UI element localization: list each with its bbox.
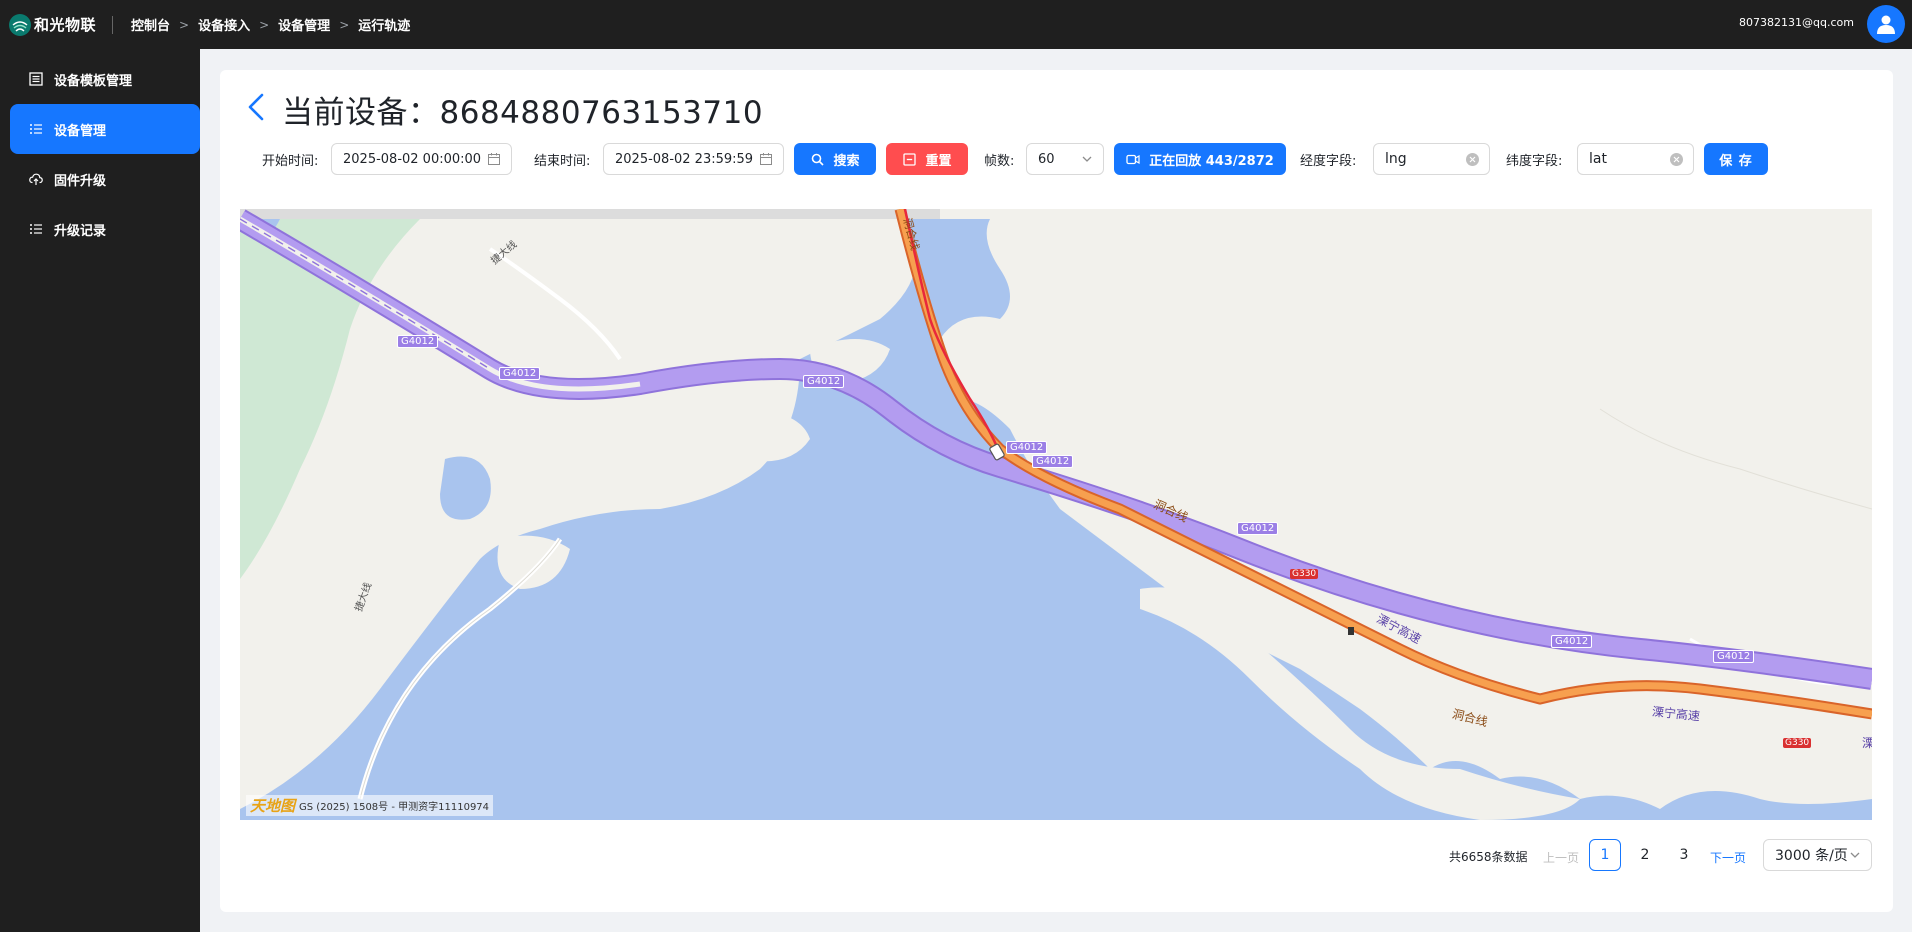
header-divider	[112, 15, 114, 34]
brand-logo[interactable]: 和光物联	[9, 13, 97, 36]
sidebar-item-label: 设备模板管理	[54, 73, 133, 89]
back-button[interactable]	[244, 91, 268, 123]
start-time-picker[interactable]: 2025-08-02 00:00:00	[331, 143, 512, 175]
pagination-prev[interactable]: 上一页	[1543, 849, 1579, 866]
breadcrumb-device-management[interactable]: 设备管理	[278, 15, 330, 34]
start-time-value: 2025-08-02 00:00:00	[343, 151, 482, 167]
road-shield-g330: G330	[1290, 569, 1319, 579]
end-time-label: 结束时间:	[534, 154, 591, 169]
lat-field-label: 纬度字段:	[1506, 154, 1563, 169]
save-button-label: 保 存	[1719, 153, 1753, 169]
template-icon	[29, 72, 43, 86]
end-time-picker[interactable]: 2025-08-02 23:59:59	[603, 143, 784, 175]
pagination-page-3[interactable]: 3	[1668, 839, 1700, 871]
breadcrumb-track: 运行轨迹	[358, 19, 411, 34]
user-email[interactable]: 807382131@qq.com	[1739, 16, 1854, 29]
page-size-value: 3000 条/页	[1775, 848, 1848, 864]
page-size-select[interactable]: 3000 条/页	[1763, 839, 1872, 871]
breadcrumb-separator: >	[259, 17, 270, 32]
cloud-upload-icon	[29, 172, 43, 186]
lng-field-label: 经度字段:	[1300, 154, 1357, 169]
user-avatar[interactable]	[1867, 5, 1905, 43]
minus-square-icon	[902, 152, 916, 166]
lng-field-input[interactable]: lng	[1373, 143, 1490, 175]
brand-name: 和光物联	[34, 16, 97, 34]
map-canvas[interactable]	[240, 209, 1872, 820]
user-icon	[1877, 15, 1895, 34]
sidebar-item-label: 固件升级	[54, 173, 107, 189]
chevron-left-icon	[248, 93, 264, 121]
video-camera-icon	[1126, 152, 1140, 166]
sidebar-item-device-management[interactable]: 设备管理	[10, 104, 200, 154]
breadcrumb: 控制台 > 设备接入 > 设备管理 > 运行轨迹	[131, 15, 411, 35]
sidebar: 设备模板管理 设备管理 固件升级 升级记录	[0, 49, 200, 932]
pagination-page-2[interactable]: 2	[1629, 839, 1661, 871]
pagination-page-1[interactable]: 1	[1589, 839, 1621, 871]
search-button-label: 搜索	[833, 153, 860, 169]
road-shield-g4012: G4012	[499, 367, 541, 380]
tianditu-logo: 天地图	[250, 797, 296, 815]
fps-value: 60	[1038, 151, 1055, 167]
reset-button[interactable]: 重置	[886, 143, 968, 175]
road-shield-g4012: G4012	[1032, 455, 1074, 468]
road-shield-g4012: G4012	[1713, 650, 1755, 663]
breadcrumb-console[interactable]: 控制台	[131, 15, 170, 34]
calendar-icon	[488, 153, 500, 165]
fps-select[interactable]: 60	[1026, 143, 1104, 175]
fps-label: 帧数:	[984, 154, 1015, 169]
pagination-next[interactable]: 下一页	[1710, 849, 1746, 866]
road-shield-g330: G330	[1783, 738, 1812, 748]
pagination-total: 共6658条数据	[1449, 850, 1528, 864]
clear-icon[interactable]	[1670, 153, 1683, 166]
clear-icon[interactable]	[1466, 153, 1479, 166]
breadcrumb-device-access[interactable]: 设备接入	[198, 15, 250, 34]
search-icon	[810, 152, 824, 166]
sidebar-item-label: 升级记录	[54, 223, 107, 239]
breadcrumb-separator: >	[339, 17, 350, 32]
reset-button-label: 重置	[925, 153, 952, 169]
map-attribution: 天地图 GS (2025) 1508号 - 甲测资字11110974	[246, 795, 494, 816]
road-shield-g4012: G4012	[803, 375, 845, 388]
brand-logo-icon	[9, 13, 31, 36]
track-map[interactable]: G4012 G4012 G4012 G4012 G4012 G4012 G401…	[240, 209, 1872, 820]
chevron-down-icon	[1850, 852, 1860, 858]
top-bar: 和光物联 控制台 > 设备接入 > 设备管理 > 运行轨迹 807382131@…	[0, 0, 1912, 49]
sidebar-item-label: 设备管理	[54, 123, 107, 139]
road-name: 溧	[1862, 736, 1872, 750]
start-time-label: 开始时间:	[262, 154, 319, 169]
sidebar-item-upgrade-records[interactable]: 升级记录	[10, 204, 200, 254]
search-button[interactable]: 搜索	[794, 143, 876, 175]
playback-button[interactable]: 正在回放 443/2872	[1114, 143, 1286, 175]
list-icon	[29, 222, 43, 236]
chevron-down-icon	[1082, 156, 1092, 162]
playback-button-label: 正在回放 443/2872	[1149, 153, 1274, 169]
sidebar-item-device-template[interactable]: 设备模板管理	[10, 54, 200, 104]
road-shield-g4012: G4012	[1237, 522, 1279, 535]
save-button[interactable]: 保 存	[1704, 143, 1768, 175]
calendar-icon	[760, 153, 772, 165]
map-attribution-text: GS (2025) 1508号 - 甲测资字11110974	[299, 802, 490, 813]
lat-field-input[interactable]: lat	[1577, 143, 1694, 175]
lng-field-value: lng	[1385, 151, 1407, 167]
page-title: 当前设备：8684880763153710	[282, 95, 764, 131]
lat-field-value: lat	[1589, 151, 1607, 167]
end-time-value: 2025-08-02 23:59:59	[615, 151, 754, 167]
road-shield-g4012: G4012	[1551, 635, 1593, 648]
sidebar-item-firmware-upgrade[interactable]: 固件升级	[10, 154, 200, 204]
breadcrumb-separator: >	[179, 17, 190, 32]
list-icon	[29, 122, 43, 136]
road-shield-g4012: G4012	[397, 335, 439, 348]
road-shield-g4012: G4012	[1006, 441, 1048, 454]
